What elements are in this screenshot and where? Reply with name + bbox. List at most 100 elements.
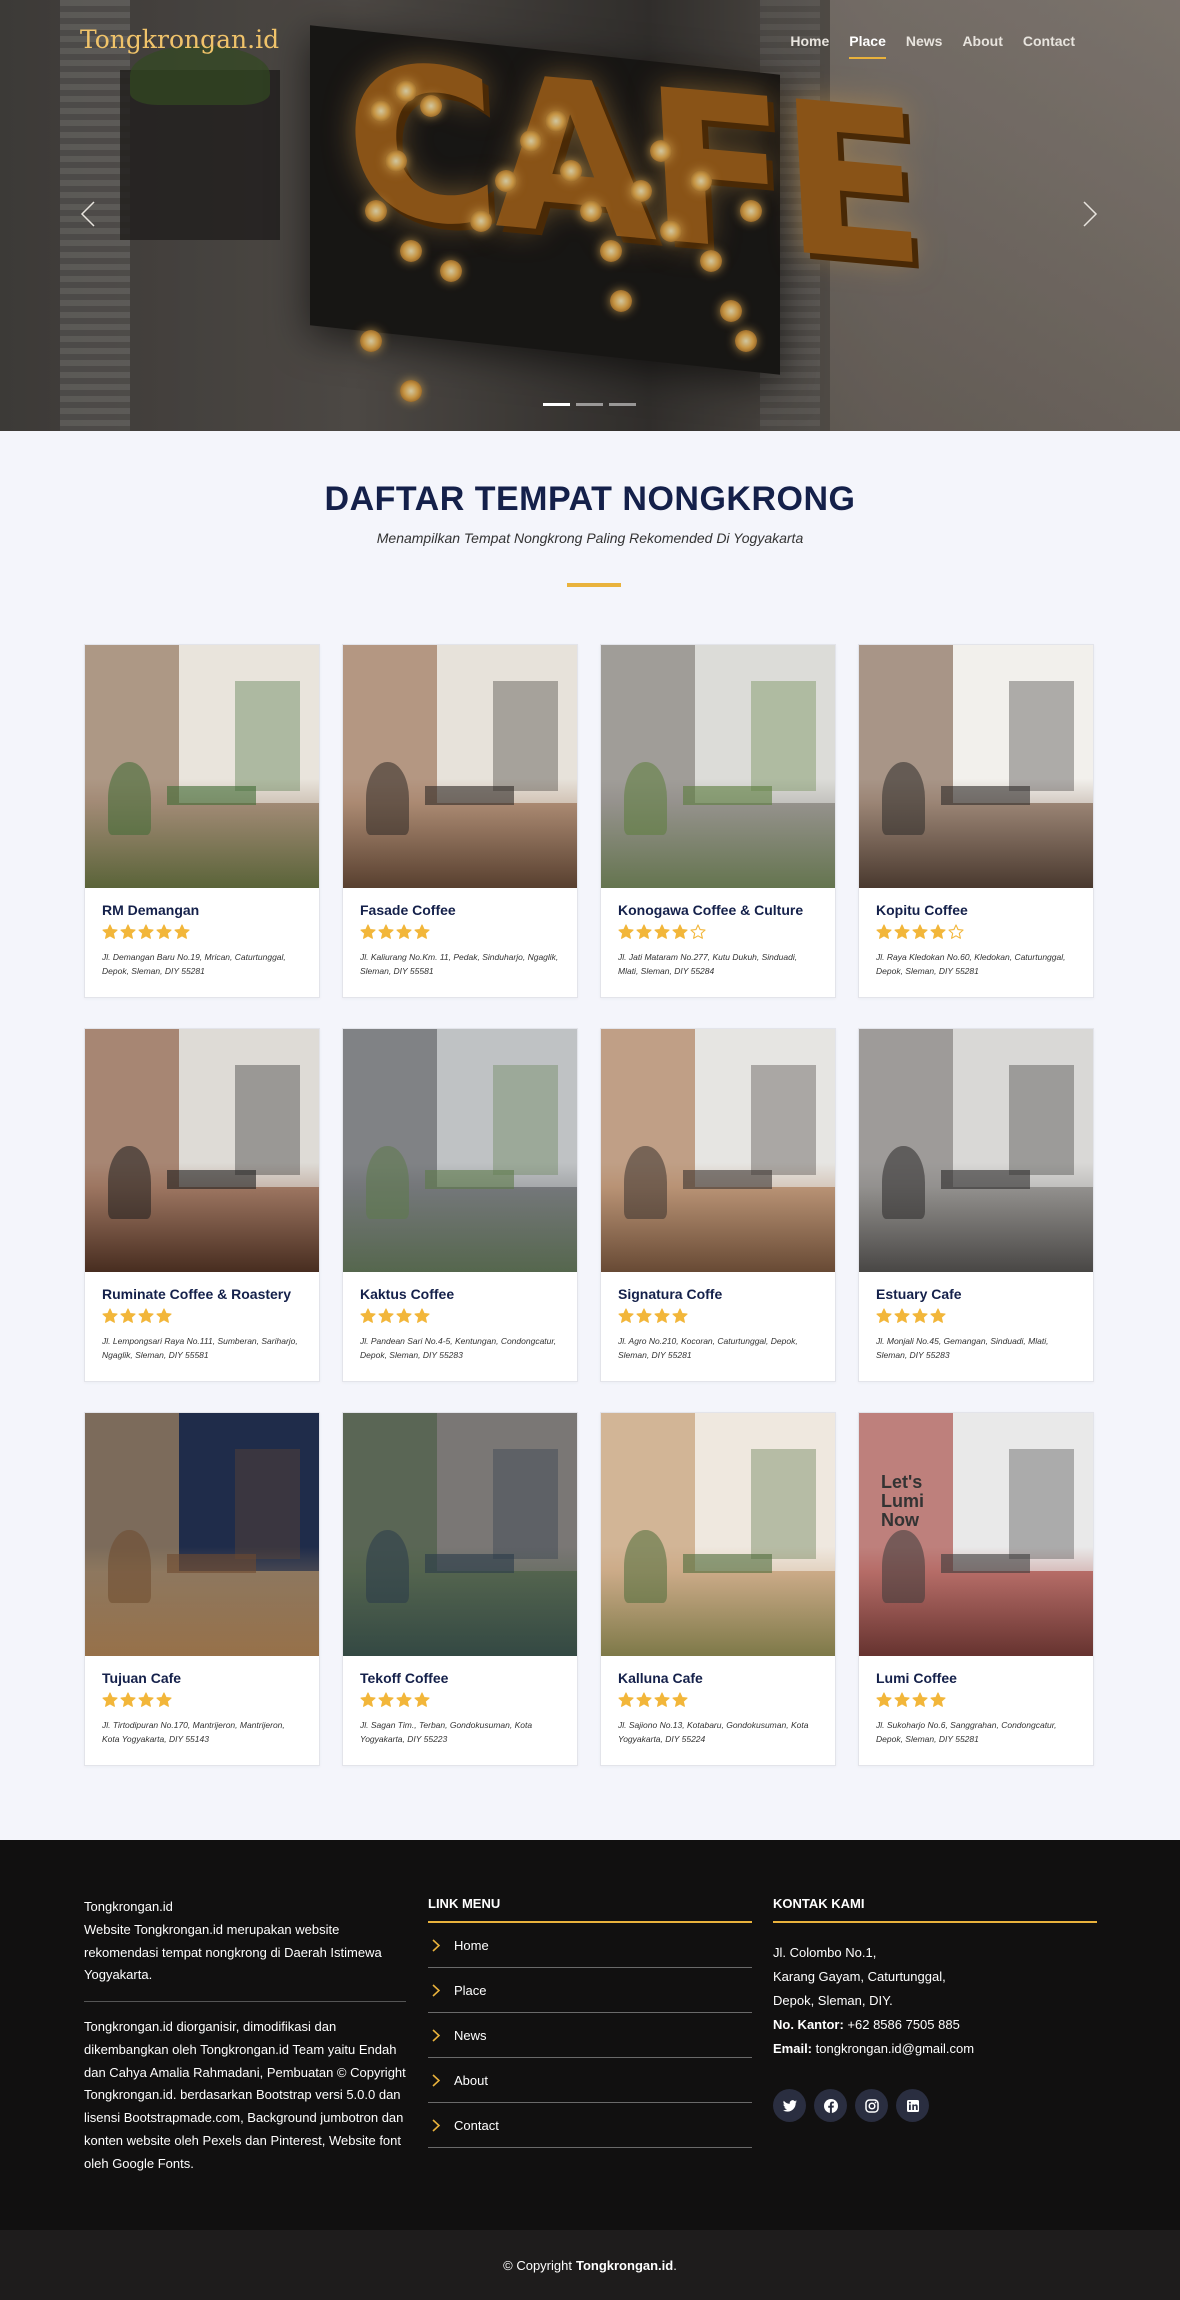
star-filled-icon [894,924,910,940]
star-filled-icon [876,1692,892,1708]
place-address: Jl. Agro No.210, Kocoran, Caturtunggal, … [618,1336,798,1361]
carousel-indicator-2[interactable] [576,403,603,406]
footer-about-text: Website Tongkrongan.id merupakan website… [84,1921,382,1983]
place-photo[interactable] [343,1029,577,1272]
chevron-right-icon [432,1938,440,1952]
star-filled-icon [360,1308,376,1324]
place-card[interactable]: Tujuan Cafe Jl. Tirtodipuran No.170, Man… [84,1412,320,1766]
star-filled-icon [654,1692,670,1708]
place-photo[interactable] [343,1413,577,1656]
carousel-indicators [543,403,636,406]
star-filled-icon [102,1692,118,1708]
place-photo[interactable] [859,645,1093,888]
place-name[interactable]: Ruminate Coffee & Roastery [102,1286,302,1302]
star-filled-icon [156,924,172,940]
place-address: Jl. Sajiono No.13, Kotabaru, Gondokusuma… [618,1720,809,1745]
place-name[interactable]: Signatura Coffe [618,1286,818,1302]
nav-place[interactable]: Place [849,33,886,59]
contact-email-value[interactable]: tongkrongan.id@gmail.com [816,2041,974,2056]
place-photo[interactable] [601,1413,835,1656]
place-card[interactable]: Estuary Cafe Jl. Monjali No.45, Gemangan… [858,1028,1094,1382]
place-card[interactable]: Konogawa Coffee & Culture Jl. Jati Matar… [600,644,836,998]
place-photo[interactable] [85,645,319,888]
brand-logo[interactable]: Tongkrongan.id [80,25,279,54]
place-card[interactable]: Ruminate Coffee & Roastery Jl. Lempongsa… [84,1028,320,1382]
rating-stars [360,1692,560,1709]
place-name[interactable]: Estuary Cafe [876,1286,1076,1302]
place-name[interactable]: Tujuan Cafe [102,1670,302,1686]
star-filled-icon [378,1308,394,1324]
place-address: Jl. Pandean Sari No.4-5, Kentungan, Cond… [360,1336,557,1361]
nav-news[interactable]: News [906,33,943,57]
star-filled-icon [360,1692,376,1708]
place-name[interactable]: Lumi Coffee [876,1670,1076,1686]
place-name[interactable]: RM Demangan [102,902,302,918]
place-card[interactable]: Fasade Coffee Jl. Kaliurang No.Km. 11, P… [342,644,578,998]
linkedin-icon[interactable] [896,2089,929,2123]
carousel-prev-icon[interactable] [80,200,96,228]
place-photo[interactable] [601,1029,835,1272]
footer-link-home[interactable]: Home [428,1923,752,1968]
star-filled-icon [414,924,430,940]
section-divider [567,583,621,587]
star-filled-icon [672,1692,688,1708]
carousel-indicator-1[interactable] [543,403,570,406]
facebook-icon[interactable] [814,2089,847,2123]
rating-stars [618,1692,818,1709]
star-filled-icon [120,924,136,940]
place-card[interactable]: Kopitu Coffee Jl. Raya Kledokan No.60, K… [858,644,1094,998]
place-name[interactable]: Kalluna Cafe [618,1670,818,1686]
footer-link-label: Place [454,1982,487,1998]
star-filled-icon [636,924,652,940]
section-subtitle: Menampilkan Tempat Nongkrong Paling Reko… [376,530,804,546]
footer-link-contact[interactable]: Contact [428,2103,752,2148]
copyright-brand[interactable]: Tongkrongan.id [576,2258,673,2273]
rating-stars [876,1308,1076,1325]
place-address: Jl. Monjali No.45, Gemangan, Sinduadi, M… [876,1336,1049,1361]
place-card[interactable]: Kalluna Cafe Jl. Sajiono No.13, Kotabaru… [600,1412,836,1766]
copyright-bar: © Copyright Tongkrongan.id . [0,2230,1180,2300]
star-filled-icon [156,1308,172,1324]
footer-link-about[interactable]: About [428,2058,752,2103]
place-card[interactable]: RM Demangan Jl. Demangan Baru No.19, Mri… [84,644,320,998]
twitter-icon[interactable] [773,2089,806,2123]
contact-email-label: Email: [773,2041,813,2057]
chevron-right-icon [432,2118,440,2132]
contact-address-line: Jl. Colombo No.1, [773,1945,877,1960]
footer-link-news[interactable]: News [428,2013,752,2058]
place-photo[interactable] [859,1029,1093,1272]
place-address: Jl. Kaliurang No.Km. 11, Pedak, Sinduhar… [360,952,559,977]
place-photo[interactable] [343,645,577,888]
place-photo[interactable] [85,1029,319,1272]
place-photo[interactable]: Let's Lumi Now [859,1413,1093,1656]
place-card[interactable]: Signatura Coffe Jl. Agro No.210, Kocoran… [600,1028,836,1382]
contact-phone-value[interactable]: +62 8586 7505 885 [847,2017,959,2032]
place-photo[interactable] [85,1413,319,1656]
place-card[interactable]: Kaktus Coffee Jl. Pandean Sari No.4-5, K… [342,1028,578,1382]
place-name[interactable]: Kaktus Coffee [360,1286,560,1302]
rating-stars [618,924,818,941]
star-filled-icon [912,924,928,940]
nav-about[interactable]: About [962,33,1002,57]
place-card[interactable]: Let's Lumi Now Lumi Coffee Jl. Sukoharjo… [858,1412,1094,1766]
star-filled-icon [618,924,634,940]
instagram-icon[interactable] [855,2089,888,2123]
carousel-indicator-3[interactable] [609,403,636,406]
place-name[interactable]: Kopitu Coffee [876,902,1076,918]
nav-home[interactable]: Home [790,33,829,57]
footer-link-heading: LINK MENU [428,1896,752,1923]
carousel-next-icon[interactable] [1082,200,1098,228]
star-filled-icon [120,1308,136,1324]
place-photo[interactable] [601,645,835,888]
place-address: Jl. Raya Kledokan No.60, Kledokan, Catur… [876,952,1066,977]
place-name[interactable]: Fasade Coffee [360,902,560,918]
nav-contact[interactable]: Contact [1023,33,1075,57]
place-card[interactable]: Tekoff Coffee Jl. Sagan Tim., Terban, Go… [342,1412,578,1766]
footer-credits: Tongkrongan.id diorganisir, dimodifikasi… [84,2019,406,2171]
footer-link-place[interactable]: Place [428,1968,752,2013]
place-name[interactable]: Tekoff Coffee [360,1670,560,1686]
footer-link-label: About [454,2072,488,2088]
star-filled-icon [414,1692,430,1708]
place-name[interactable]: Konogawa Coffee & Culture [618,902,818,918]
star-filled-icon [654,1308,670,1324]
